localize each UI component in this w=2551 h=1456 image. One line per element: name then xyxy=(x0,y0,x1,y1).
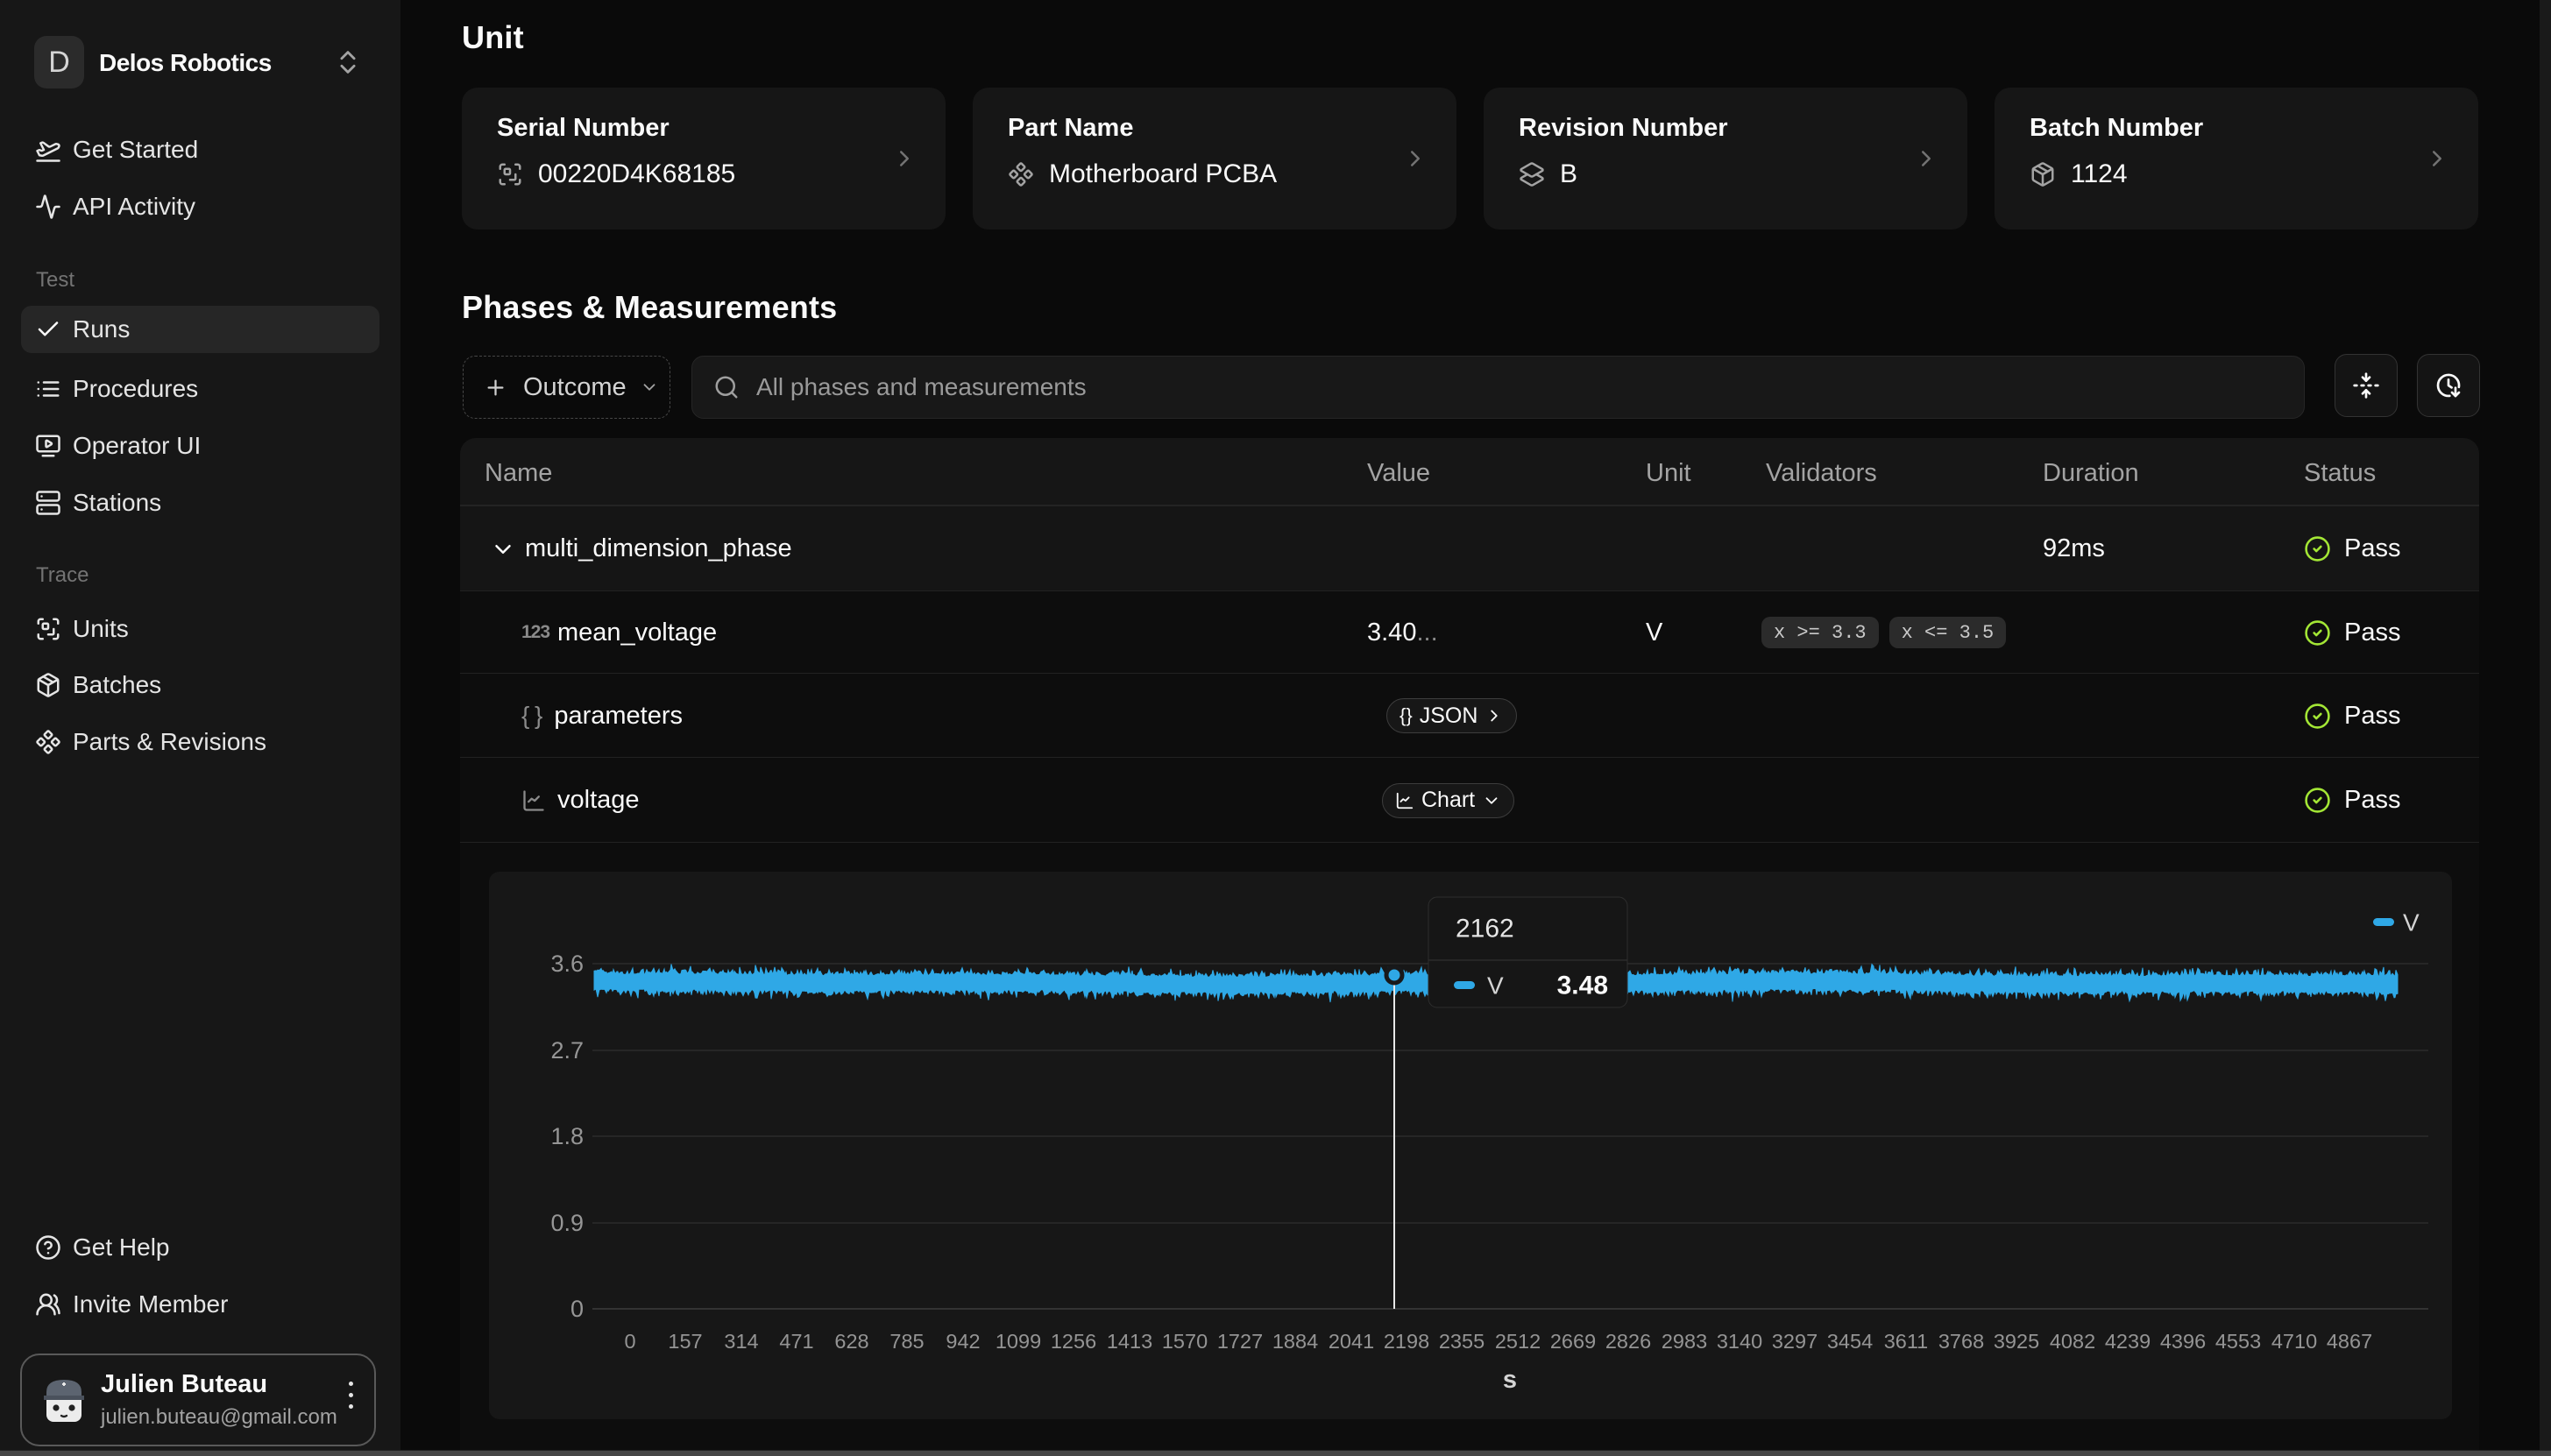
svg-text:1884: 1884 xyxy=(1272,1330,1318,1353)
svg-text:0: 0 xyxy=(570,1296,584,1322)
svg-text:314: 314 xyxy=(724,1330,758,1353)
svg-text:1256: 1256 xyxy=(1051,1330,1096,1353)
svg-text:3925: 3925 xyxy=(1994,1330,2039,1353)
svg-text:4239: 4239 xyxy=(2105,1330,2151,1353)
svg-text:0: 0 xyxy=(624,1330,635,1353)
svg-text:4082: 4082 xyxy=(2050,1330,2095,1353)
svg-text:3140: 3140 xyxy=(1717,1330,1762,1353)
svg-text:942: 942 xyxy=(946,1330,980,1353)
svg-text:V: V xyxy=(2403,909,2420,937)
svg-text:3.6: 3.6 xyxy=(550,951,584,977)
svg-text:2512: 2512 xyxy=(1495,1330,1541,1353)
svg-text:s: s xyxy=(1503,1366,1517,1394)
svg-text:3297: 3297 xyxy=(1772,1330,1818,1353)
svg-text:4867: 4867 xyxy=(2327,1330,2372,1353)
svg-text:471: 471 xyxy=(779,1330,813,1353)
svg-text:4553: 4553 xyxy=(2215,1330,2261,1353)
svg-text:2355: 2355 xyxy=(1439,1330,1485,1353)
svg-text:4710: 4710 xyxy=(2271,1330,2317,1353)
svg-text:2041: 2041 xyxy=(1329,1330,1374,1353)
svg-text:2.7: 2.7 xyxy=(550,1037,584,1064)
svg-text:3.48: 3.48 xyxy=(1557,972,1608,1000)
svg-text:2826: 2826 xyxy=(1605,1330,1651,1353)
svg-text:1099: 1099 xyxy=(996,1330,1041,1353)
svg-text:628: 628 xyxy=(834,1330,868,1353)
svg-text:2669: 2669 xyxy=(1550,1330,1596,1353)
svg-text:0.9: 0.9 xyxy=(550,1210,584,1236)
svg-text:785: 785 xyxy=(889,1330,924,1353)
svg-text:3611: 3611 xyxy=(1884,1330,1929,1353)
svg-text:1727: 1727 xyxy=(1217,1330,1263,1353)
svg-text:2983: 2983 xyxy=(1662,1330,1707,1353)
svg-text:3454: 3454 xyxy=(1827,1330,1873,1353)
svg-text:1.8: 1.8 xyxy=(550,1123,584,1149)
svg-text:157: 157 xyxy=(668,1330,702,1353)
svg-text:1570: 1570 xyxy=(1162,1330,1208,1353)
svg-text:2198: 2198 xyxy=(1384,1330,1429,1353)
svg-text:3768: 3768 xyxy=(1938,1330,1984,1353)
svg-text:V: V xyxy=(1487,972,1504,1000)
svg-text:2162: 2162 xyxy=(1456,915,1514,944)
svg-text:1413: 1413 xyxy=(1107,1330,1152,1353)
svg-text:4396: 4396 xyxy=(2160,1330,2206,1353)
